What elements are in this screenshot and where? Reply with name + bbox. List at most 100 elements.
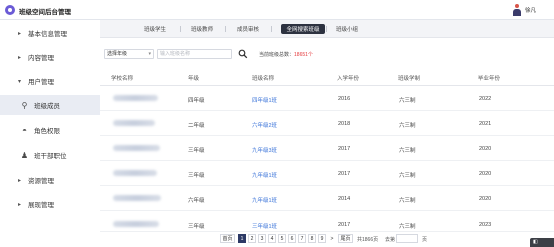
column-header-school-system: 班级学制 [398,76,421,82]
cell-school-system: 六三制 [399,123,416,129]
cell-grad-year: 2020 [479,196,492,202]
avatar [512,4,522,16]
cell-grade: 四年级 [188,98,205,104]
cell-enroll-year: 2017 [338,146,351,152]
column-header-enroll-year: 入学年份 [337,76,360,82]
cell-class-link[interactable]: 九年级3班 [252,146,277,154]
sidebar-item-label: 基本信息管理 [28,31,67,38]
sidebar-item-resources[interactable]: ▸ 资源管理 [0,170,100,190]
cell-grade: 二年级 [188,123,205,129]
pager-page-9[interactable]: 9 [318,234,326,243]
chevron-right-icon: ▸ [18,30,22,37]
table-row[interactable]: 四年级 四年级1班 2016 六三制 2022 [100,86,554,111]
tab-divider [326,26,327,32]
tab-divider [225,26,226,32]
sidebar-item-label: 角色权限 [34,128,60,135]
user-name: 徐凡 [525,8,537,14]
tab-class-students[interactable]: 班级学生 [140,24,170,34]
floating-widget-icon: ◧ [533,239,538,245]
cell-class-link[interactable]: 四年级1班 [252,96,277,104]
chevron-right-icon: ▸ [18,177,22,184]
tab-class-groups[interactable]: 班级小组 [332,24,362,34]
pager-page-7[interactable]: 7 [298,234,306,243]
sidebar-item-display[interactable]: ▸ 展现管理 [0,194,100,214]
pager-page-2[interactable]: 2 [248,234,256,243]
cell-grad-year: 2022 [479,96,492,102]
table-row[interactable]: 三年级 九年级3班 2017 六三制 2020 [100,136,554,161]
cell-grade: 六年级 [188,198,205,204]
cell-grade: 三年级 [188,224,205,230]
pager-page-4[interactable]: 4 [268,234,276,243]
pager-page-5[interactable]: 5 [278,234,286,243]
column-header-grade: 年级 [188,76,200,82]
column-header-class: 班级名称 [252,76,275,82]
user-menu[interactable]: 徐凡 [512,4,536,16]
sidebar-item-label: 资源管理 [28,178,54,185]
chevron-down-icon: ▾ [18,78,22,85]
tab-divider [271,26,272,32]
class-search-input[interactable] [158,50,235,58]
table-header: 学校名称 年级 班级名称 入学年份 班级学制 毕业年份 [100,68,554,86]
cell-class-link[interactable]: 九年级1班 [252,171,277,179]
chevron-down-icon: ▾ [148,51,151,57]
search-icon[interactable] [238,49,248,59]
cell-enroll-year: 2014 [338,196,351,202]
tab-bar: 班级学生 班级教师 成员审核 全网搜索班级 班级小组 [100,20,554,38]
cell-enroll-year: 2016 [338,96,351,102]
sidebar-item-users[interactable]: ▾ 用户管理 [0,71,100,91]
table-row[interactable]: 三年级 九年级1班 2017 六三制 2020 [100,161,554,186]
tab-member-review[interactable]: 成员审核 [233,24,263,34]
cell-grade: 三年级 [188,148,205,154]
sidebar-item-content[interactable]: ▸ 内容管理 [0,47,100,67]
school-name-redacted [113,120,155,126]
sidebar-item-class-cadres[interactable]: ♟ 班干部职位 [0,145,100,165]
school-name-redacted [113,195,161,201]
pager-page-6[interactable]: 6 [288,234,296,243]
tab-search-all-classes[interactable]: 全网搜索班级 [281,24,325,34]
column-header-school: 学校名称 [111,76,134,82]
pager-total-pages: 共1866页 [357,237,379,243]
sidebar-item-label: 班干部职位 [34,153,67,160]
class-total-label: 当前班级总数： [259,52,295,58]
cell-grad-year: 2020 [479,171,492,177]
class-search-field[interactable] [157,49,235,59]
sidebar-item-basic-info[interactable]: ▸ 基本信息管理 [0,23,100,43]
sidebar-item-role-permissions[interactable]: ◓ 角色权限 [0,120,100,140]
pager-goto-input[interactable] [396,234,418,243]
cell-school-system: 六三制 [399,148,416,154]
class-total-count: 当前班级总数：18651个 [259,51,313,58]
sidebar-item-class-members[interactable]: ⚲ 班级成员 [0,95,100,115]
pager-page-8[interactable]: 8 [308,234,316,243]
cell-class-link[interactable]: 六年级2班 [252,121,277,129]
pager-first-button[interactable]: 首页 [220,234,235,243]
table-row[interactable]: 二年级 六年级2班 2018 六三制 2021 [100,111,554,136]
cell-enroll-year: 2017 [338,171,351,177]
cell-class-link[interactable]: 九年级1班 [252,196,277,204]
grade-select[interactable]: 选择年级 ▾ [104,49,154,59]
pagination: 首页 1 2 3 4 5 6 7 8 9 > 尾页 共1866页 去第 页 [100,232,554,245]
cell-school-system: 六三制 [399,198,416,204]
school-name-redacted [113,170,157,176]
pager-page-3[interactable]: 3 [258,234,266,243]
school-name-redacted [113,145,160,151]
chevron-right-icon: ▸ [18,201,22,208]
cell-enroll-year: 2017 [338,222,351,228]
school-name-redacted [113,95,158,101]
sidebar-item-label: 内容管理 [28,55,54,62]
tab-class-teachers[interactable]: 班级教师 [187,24,217,34]
class-total-value: 18651个 [294,52,313,58]
table-row[interactable]: 六年级 九年级1班 2014 六三制 2020 [100,186,554,211]
school-name-redacted [113,221,159,227]
top-bar: 班级空间后台管理 徐凡 [0,0,554,20]
pager-last-button[interactable]: 尾页 [338,234,353,243]
role-icon: ◓ [22,125,27,135]
pager-next-icon[interactable]: > [328,234,336,243]
sidebar-item-label: 班级成员 [34,103,60,110]
floating-widget[interactable]: ◧ [530,238,554,247]
cell-class-link[interactable]: 三年级1班 [252,222,277,230]
cell-school-system: 六三制 [399,224,416,230]
table-row[interactable]: 三年级 三年级1班 2017 六三制 2023 [100,211,554,232]
cell-grade: 三年级 [188,173,205,179]
sidebar-item-label: 展现管理 [28,202,54,209]
pager-page-1[interactable]: 1 [238,234,246,243]
